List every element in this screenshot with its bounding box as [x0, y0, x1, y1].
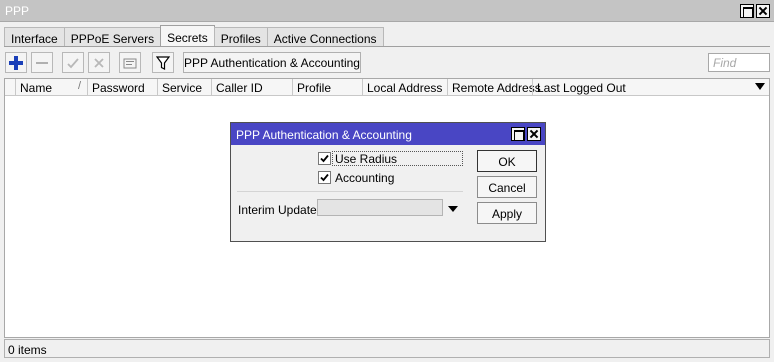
ppp-authentication-accounting-button[interactable]: PPP Authentication & Accounting	[183, 52, 361, 73]
tab-pppoe-servers[interactable]: PPPoE Servers	[63, 27, 162, 47]
column-header-profile[interactable]: Profile	[292, 79, 362, 96]
enable-button[interactable]	[62, 52, 84, 73]
column-menu-chevron-down-icon[interactable]	[755, 83, 765, 90]
column-header-password[interactable]: Password	[87, 79, 157, 96]
use-radius-label[interactable]: Use Radius	[335, 152, 397, 166]
cancel-button[interactable]: Cancel	[477, 176, 537, 198]
window-title: PPP	[5, 4, 30, 18]
column-header-remote-address[interactable]: Remote Address	[447, 79, 541, 96]
tab-active-connections[interactable]: Active Connections	[266, 27, 384, 47]
comment-icon	[123, 58, 137, 68]
filter-icon	[156, 55, 170, 70]
divider	[237, 191, 463, 192]
tab-interface[interactable]: Interface	[4, 27, 65, 47]
disable-button[interactable]	[88, 52, 110, 73]
tab-bar: Interface PPPoE Servers Secrets Profiles…	[4, 25, 384, 47]
tab-secrets[interactable]: Secrets	[160, 25, 215, 47]
accounting-checkbox[interactable]	[318, 171, 331, 184]
dialog-title-bar[interactable]: PPP Authentication & Accounting	[231, 123, 545, 145]
column-header-last-logged-out[interactable]: Last Logged Out	[532, 79, 769, 96]
table-header: Name / Password Service Caller ID Profil…	[5, 79, 769, 96]
maximize-icon[interactable]	[740, 4, 754, 18]
close-icon[interactable]	[756, 4, 770, 18]
comment-button[interactable]	[119, 52, 141, 73]
enable-check-icon	[67, 57, 79, 68]
dialog-close-icon[interactable]	[527, 127, 541, 141]
interim-update-label: Interim Update:	[238, 203, 321, 217]
column-header-local-address[interactable]: Local Address	[362, 79, 447, 96]
dropdown-arrow-icon[interactable]	[448, 206, 458, 212]
dialog-maximize-icon[interactable]	[511, 127, 525, 141]
column-header-service[interactable]: Service	[157, 79, 211, 96]
remove-icon	[36, 61, 48, 64]
remove-button[interactable]	[31, 52, 53, 73]
sort-indicator-icon: /	[77, 80, 81, 92]
find-field[interactable]	[708, 53, 770, 72]
column-header-name[interactable]: Name /	[15, 79, 87, 96]
ok-button[interactable]: OK	[477, 150, 537, 172]
column-header-caller-id[interactable]: Caller ID	[211, 79, 292, 96]
tab-divider	[4, 46, 770, 47]
tab-profiles[interactable]: Profiles	[213, 27, 268, 47]
filter-button[interactable]	[152, 52, 174, 73]
status-bar: 0 items	[4, 339, 770, 358]
accounting-label[interactable]: Accounting	[335, 171, 394, 185]
item-count: 0 items	[8, 343, 47, 357]
find-input[interactable]	[709, 54, 769, 71]
add-button[interactable]	[5, 52, 27, 73]
apply-button[interactable]: Apply	[477, 202, 537, 224]
use-radius-checkbox[interactable]	[318, 152, 331, 165]
add-icon	[9, 55, 23, 70]
disable-x-icon	[94, 57, 104, 68]
interim-update-input[interactable]	[317, 199, 443, 216]
window-title-bar: PPP	[0, 0, 774, 22]
ppp-authentication-accounting-dialog: PPP Authentication & Accounting Use Radi…	[230, 122, 546, 242]
checkmark-icon	[320, 173, 329, 182]
dialog-title: PPP Authentication & Accounting	[236, 128, 412, 142]
checkmark-icon	[320, 154, 329, 163]
